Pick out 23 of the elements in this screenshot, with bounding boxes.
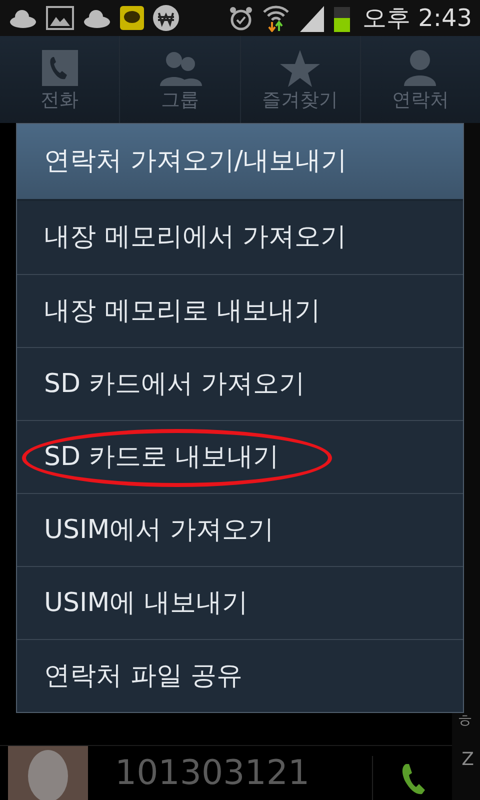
phone-number: 101303121 (115, 756, 310, 790)
signal-icon (298, 4, 326, 32)
menu-item[interactable]: 내장 메모리에서 가져오기 (17, 201, 463, 274)
menu-item[interactable]: SD 카드에서 가져오기 (17, 347, 463, 420)
wifi-icon (262, 4, 290, 32)
menu-item[interactable]: 내장 메모리로 내보내기 (17, 274, 463, 347)
avatar-icon (8, 746, 88, 800)
clock-text: 오후 2:43 (362, 3, 472, 34)
menu-item[interactable]: SD 카드로 내보내기 (17, 420, 463, 493)
coin-icon (152, 4, 180, 32)
cloud-icon (8, 8, 38, 28)
menu-title: 연락처 가져오기/내보내기 (17, 124, 463, 201)
cloud-icon (82, 8, 112, 28)
menu-item[interactable]: 연락처 파일 공유 (17, 639, 463, 712)
alarm-icon (228, 5, 254, 31)
menu-item[interactable]: USIM에 내보내기 (17, 566, 463, 639)
star-icon (278, 48, 322, 88)
image-icon (46, 6, 74, 30)
index-letter[interactable]: Z (462, 746, 474, 773)
phone-icon (400, 762, 426, 796)
chat-bubble-icon (120, 6, 144, 30)
battery-icon (334, 4, 350, 32)
menu-item[interactable]: USIM에서 가져오기 (17, 493, 463, 566)
